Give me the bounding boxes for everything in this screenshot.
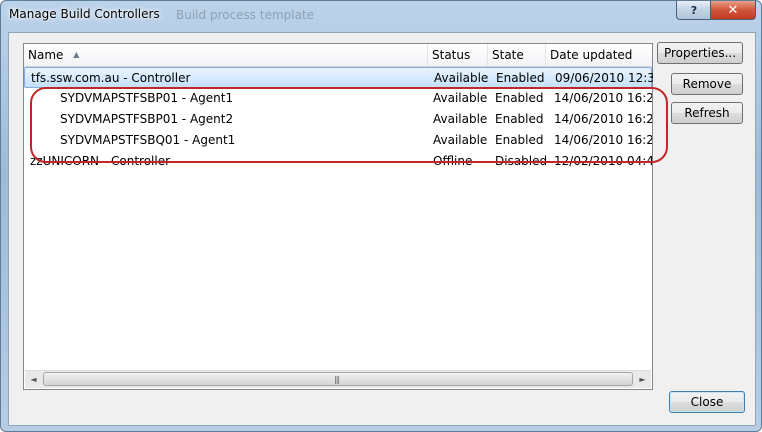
row-state-cell: Disabled	[495, 154, 548, 168]
row-status-cell: Offline	[433, 154, 473, 168]
row-status-cell: Available	[433, 91, 488, 105]
scrollbar-thumb[interactable]: |||	[43, 372, 633, 386]
row-state-cell: Enabled	[495, 112, 544, 126]
list-header: Name ▲ Status State Date updated	[24, 44, 652, 67]
row-name-cell: zzUNICORN - Controller	[30, 154, 171, 168]
row-name-cell: tfs.ssw.com.au - Controller	[31, 71, 191, 85]
table-row[interactable]: SYDVMAPSTFSBP01 - Agent1 Available Enabled…	[24, 88, 652, 109]
row-date-updated-cell: 14/06/2010 16:24	[554, 112, 652, 126]
build-controllers-list[interactable]: Name ▲ Status State Date updated tfs.ssw…	[23, 43, 653, 390]
scroll-right-icon[interactable]: ►	[634, 371, 651, 388]
table-row[interactable]: zzUNICORN - Controller Offline Disabled 12/…	[24, 151, 652, 172]
background-window-title: Build process template	[176, 8, 315, 22]
row-date-updated-cell: 14/06/2010 16:24	[554, 133, 652, 147]
row-name-cell: SYDVMAPSTFSBP01 - Agent2	[60, 112, 234, 126]
column-header-state[interactable]: State	[488, 44, 546, 66]
horizontal-scrollbar[interactable]: ◄ ||| ►	[25, 370, 651, 388]
scroll-left-icon[interactable]: ◄	[25, 371, 42, 388]
row-status-cell: Available	[433, 133, 488, 147]
help-button[interactable]: ?	[676, 1, 712, 20]
sort-ascending-icon: ▲	[73, 50, 80, 59]
row-status-cell: Available	[434, 71, 489, 85]
row-date-updated-cell: 09/06/2010 12:30	[555, 71, 653, 85]
row-date-updated-cell: 12/02/2010 04:43	[554, 154, 652, 168]
row-state-cell: Enabled	[495, 91, 544, 105]
dialog-client-area: Name ▲ Status State Date updated tfs.ssw…	[8, 32, 756, 426]
scrollbar-grip-icon: |||	[334, 375, 340, 384]
row-name-cell: SYDVMAPSTFSBQ01 - Agent1	[60, 133, 236, 147]
column-header-name[interactable]: Name ▲	[24, 44, 428, 66]
remove-button[interactable]: Remove	[671, 73, 743, 95]
row-name-cell: SYDVMAPSTFSBP01 - Agent1	[60, 91, 234, 105]
column-header-date-updated[interactable]: Date updated	[546, 44, 652, 66]
table-row[interactable]: SYDVMAPSTFSBP01 - Agent2 Available Enabled…	[24, 109, 652, 130]
row-state-cell: Enabled	[496, 71, 545, 85]
table-row[interactable]: SYDVMAPSTFSBQ01 - Agent1 Available Enabled…	[24, 130, 652, 151]
column-header-status[interactable]: Status	[428, 44, 488, 66]
manage-build-controllers-dialog: Manage Build Controllers Build process t…	[0, 0, 762, 432]
row-date-updated-cell: 14/06/2010 16:24	[554, 91, 652, 105]
window-close-button[interactable]: ✕	[710, 1, 756, 20]
row-status-cell: Available	[433, 112, 488, 126]
column-header-name-label: Name	[28, 48, 64, 62]
help-icon: ?	[690, 3, 698, 17]
table-row[interactable]: tfs.ssw.com.au - Controller Available Enab…	[24, 67, 653, 88]
properties-button[interactable]: Properties...	[657, 42, 743, 64]
row-state-cell: Enabled	[495, 133, 544, 147]
window-title: Manage Build Controllers	[9, 7, 160, 21]
title-bar[interactable]: Manage Build Controllers Build process t…	[1, 1, 761, 31]
close-icon: ✕	[727, 2, 739, 18]
refresh-button[interactable]: Refresh	[671, 102, 743, 124]
close-button[interactable]: Close	[669, 391, 745, 413]
